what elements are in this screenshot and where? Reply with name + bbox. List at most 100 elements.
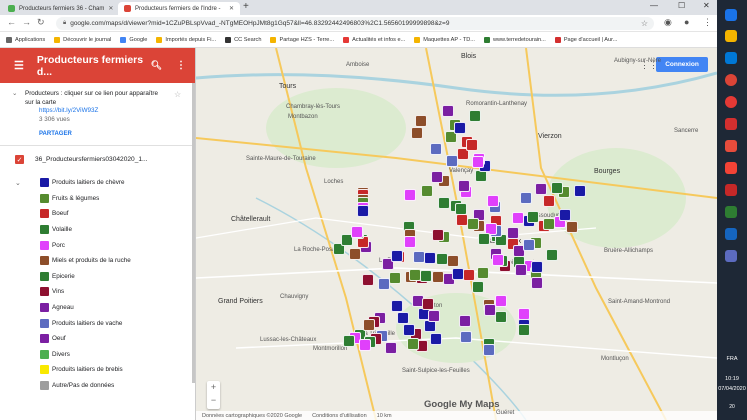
producer-marker-icon[interactable] — [378, 278, 390, 290]
producer-marker-icon[interactable] — [430, 143, 442, 155]
producer-marker-icon[interactable] — [357, 205, 369, 217]
producer-marker-icon[interactable] — [523, 239, 535, 251]
producer-marker-icon[interactable] — [432, 271, 444, 283]
producer-marker-icon[interactable] — [454, 122, 466, 134]
producer-marker-icon[interactable] — [520, 192, 532, 204]
producer-marker-icon[interactable] — [472, 156, 484, 168]
bookmark-item[interactable]: Partage HZS - Terre... — [270, 36, 334, 43]
share-button[interactable]: PARTAGER — [39, 131, 72, 137]
clock-time[interactable]: 10:19 — [717, 376, 747, 382]
producer-marker-icon[interactable] — [351, 226, 363, 238]
legend-item[interactable]: Produits laitiers de brebis — [15, 362, 195, 378]
producer-marker-icon[interactable] — [442, 105, 454, 117]
chrome-icon[interactable] — [725, 96, 737, 108]
producer-marker-icon[interactable] — [391, 300, 403, 312]
hamburger-menu-icon[interactable]: ☰ — [14, 59, 24, 72]
chrome-icon[interactable] — [725, 74, 737, 86]
browser-tab-active[interactable]: Producteurs fermiers de l'Indre - ✕ — [118, 2, 240, 15]
producer-marker-icon[interactable] — [574, 185, 586, 197]
bookmark-item[interactable]: Découvrir le journal — [54, 36, 111, 43]
legend-item[interactable]: Volaille — [15, 222, 195, 238]
producer-marker-icon[interactable] — [458, 180, 470, 192]
bookmark-item[interactable]: www.terredetourain... — [483, 36, 546, 43]
producer-marker-icon[interactable] — [531, 261, 543, 273]
producer-marker-icon[interactable] — [527, 211, 539, 223]
description-link[interactable]: https://bit.ly/2ViW93Z — [39, 107, 98, 114]
producer-marker-icon[interactable] — [428, 310, 440, 322]
producer-marker-icon[interactable] — [411, 127, 423, 139]
map-canvas[interactable]: ⋮⋮ Connexion + − Google My Maps Données … — [196, 48, 717, 420]
bookmark-star-icon[interactable]: ☆ — [641, 19, 648, 28]
acrobat-icon[interactable] — [725, 118, 737, 130]
producer-marker-icon[interactable] — [436, 253, 448, 265]
producer-marker-icon[interactable] — [422, 298, 434, 310]
browser-tab[interactable]: Producteurs fermiers 36 - Cham ✕ — [2, 2, 117, 15]
notification-icon[interactable]: 20 — [717, 404, 747, 410]
extension-icon[interactable]: ◉ — [664, 17, 672, 28]
excel-icon[interactable] — [725, 206, 737, 218]
bookmark-item[interactable]: Google — [120, 36, 147, 43]
producer-marker-icon[interactable] — [518, 324, 530, 336]
more-options-icon[interactable]: ⋮ — [176, 60, 186, 71]
layer-row[interactable]: ✓ 36_Producteursfermiers03042020_1... — [15, 155, 148, 164]
zoom-out-button[interactable]: − — [207, 394, 220, 407]
producer-marker-icon[interactable] — [463, 269, 475, 281]
producer-marker-icon[interactable] — [447, 255, 459, 267]
producer-marker-icon[interactable] — [495, 311, 507, 323]
taskbar-app-icon[interactable] — [725, 9, 737, 21]
producer-marker-icon[interactable] — [438, 197, 450, 209]
bookmark-item[interactable]: Maquettes AP - TD... — [414, 36, 475, 43]
profile-icon[interactable]: ● — [684, 17, 689, 27]
close-tab-icon[interactable]: ✕ — [104, 5, 113, 12]
producer-marker-icon[interactable] — [409, 269, 421, 281]
producer-marker-icon[interactable] — [543, 218, 555, 230]
forward-icon[interactable]: → — [22, 17, 31, 27]
producer-marker-icon[interactable] — [477, 267, 489, 279]
producer-marker-icon[interactable] — [535, 183, 547, 195]
producer-marker-icon[interactable] — [472, 281, 484, 293]
word-icon[interactable] — [725, 228, 737, 240]
producer-marker-icon[interactable] — [543, 195, 555, 207]
producer-marker-icon[interactable] — [413, 251, 425, 263]
producer-marker-icon[interactable] — [362, 274, 374, 286]
legend-item[interactable]: Boeuf — [15, 206, 195, 222]
producer-marker-icon[interactable] — [389, 272, 401, 284]
search-icon[interactable]: 🔍︎ — [151, 60, 162, 71]
mail-icon[interactable] — [725, 52, 737, 64]
star-icon[interactable]: ☆ — [174, 90, 181, 99]
producer-marker-icon[interactable] — [421, 185, 433, 197]
producer-marker-icon[interactable] — [431, 171, 443, 183]
legend-item[interactable]: Miels et produits de la ruche — [15, 253, 195, 269]
connexion-button[interactable]: Connexion — [656, 57, 708, 72]
producer-marker-icon[interactable] — [403, 324, 415, 336]
producer-marker-icon[interactable] — [452, 268, 464, 280]
producer-marker-icon[interactable] — [531, 277, 543, 289]
pdf-icon[interactable] — [725, 140, 737, 152]
producer-marker-icon[interactable] — [363, 319, 375, 331]
terms-link[interactable]: Conditions d'utilisation — [312, 413, 367, 419]
legend-item[interactable]: Vins — [15, 284, 195, 300]
clock-date[interactable]: 07/04/2020 — [717, 386, 747, 392]
producer-marker-icon[interactable] — [430, 333, 442, 345]
producer-marker-icon[interactable] — [404, 189, 416, 201]
producer-marker-icon[interactable] — [397, 312, 409, 324]
language-indicator[interactable]: FRA — [717, 356, 747, 362]
producer-marker-icon[interactable] — [446, 155, 458, 167]
legend-item[interactable]: ⌄ Produits laitiers de chèvre — [15, 175, 195, 191]
powerpoint-icon[interactable] — [725, 184, 737, 196]
chevron-down-icon[interactable]: ⌄ — [15, 179, 40, 187]
producer-marker-icon[interactable] — [546, 249, 558, 261]
producer-marker-icon[interactable] — [512, 212, 524, 224]
legend-item[interactable]: Autre/Pas de données — [15, 378, 195, 394]
producer-marker-icon[interactable] — [483, 344, 495, 356]
producer-marker-icon[interactable] — [507, 227, 519, 239]
url-field[interactable]: 🔒︎ google.com/maps/d/viewer?mid=1CZuPBLs… — [56, 17, 654, 30]
bookmark-item[interactable]: CC Search — [225, 36, 261, 43]
chevron-down-icon[interactable]: ⌄ — [12, 90, 17, 99]
bookmark-item[interactable]: Actualités et infos e... — [343, 36, 405, 43]
minimize-icon[interactable]: — — [650, 1, 658, 10]
browser-menu-icon[interactable]: ⋮ — [703, 17, 712, 28]
legend-item[interactable]: Fruits & légumes — [15, 191, 195, 207]
back-icon[interactable]: ← — [7, 17, 16, 27]
close-window-icon[interactable]: ✕ — [703, 1, 710, 10]
